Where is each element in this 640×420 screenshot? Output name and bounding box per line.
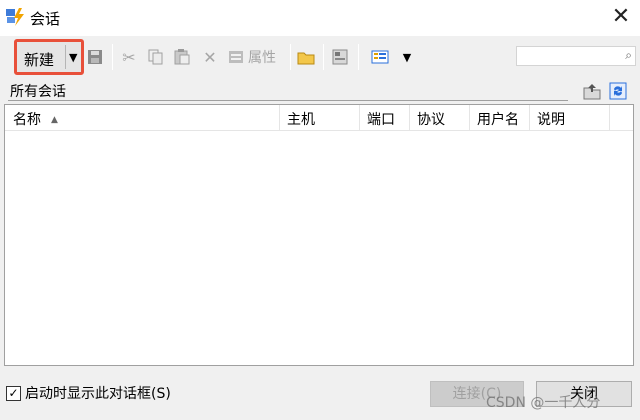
- new-session-button[interactable]: 新建 ▼: [14, 39, 84, 75]
- window-title: 会话: [30, 10, 61, 28]
- current-folder-label: 所有会话: [10, 84, 66, 100]
- path-bar: 所有会话: [4, 80, 636, 102]
- new-label: 新建: [24, 51, 55, 69]
- column-divider[interactable]: [469, 105, 470, 131]
- watermark-text: CSDN @一千人分: [486, 395, 601, 411]
- column-header-host[interactable]: 主机: [287, 109, 315, 129]
- toolbar-separator: [290, 44, 291, 70]
- properties-icon: [229, 51, 243, 63]
- toolbar-separator: [323, 44, 324, 70]
- column-header-name[interactable]: 名称 ▲: [13, 109, 58, 129]
- refresh-icon[interactable]: [608, 81, 628, 101]
- split-divider: [65, 45, 66, 69]
- checkbox-label: 启动时显示此对话框(S): [25, 386, 171, 402]
- sort-ascending-icon: ▲: [51, 115, 58, 125]
- app-logo-icon: [6, 8, 24, 26]
- show-on-startup-checkbox[interactable]: ✓ 启动时显示此对话框(S): [6, 383, 171, 403]
- properties-label: 属性: [248, 50, 276, 66]
- cut-icon[interactable]: ✂: [120, 42, 138, 72]
- column-divider[interactable]: [409, 105, 410, 131]
- session-list[interactable]: 名称 ▲ 主机 端口 协议 用户名 说明: [4, 104, 634, 366]
- column-divider[interactable]: [279, 105, 280, 131]
- save-icon[interactable]: [86, 42, 104, 72]
- close-window-icon[interactable]: ✕: [608, 4, 634, 30]
- toolbar-separator: [358, 44, 359, 70]
- search-input[interactable]: ⌕: [516, 46, 636, 66]
- search-icon: ⌕: [625, 48, 632, 62]
- copy-icon[interactable]: [147, 42, 165, 72]
- column-header-username[interactable]: 用户名: [477, 109, 519, 129]
- properties-button[interactable]: 属性: [228, 42, 282, 72]
- new-folder-icon[interactable]: [297, 42, 315, 72]
- view-dropdown-icon[interactable]: ▼: [400, 42, 414, 72]
- delete-icon[interactable]: ✕: [202, 42, 218, 72]
- checkbox-box[interactable]: ✓: [6, 385, 21, 401]
- up-folder-icon[interactable]: [582, 81, 602, 101]
- column-header-port[interactable]: 端口: [367, 109, 395, 129]
- column-header-protocol[interactable]: 协议: [417, 109, 445, 129]
- column-divider[interactable]: [529, 105, 530, 131]
- toolbar-separator: [112, 44, 113, 70]
- paste-icon[interactable]: [173, 42, 191, 72]
- column-divider[interactable]: [359, 105, 360, 131]
- column-divider[interactable]: [609, 105, 610, 131]
- column-header-description[interactable]: 说明: [537, 109, 565, 129]
- path-underline: [8, 100, 568, 101]
- title-bar: 会话 ✕: [0, 0, 640, 36]
- session-properties-icon[interactable]: [331, 42, 349, 72]
- view-list-icon[interactable]: [370, 42, 390, 72]
- new-dropdown-icon[interactable]: ▼: [69, 51, 77, 64]
- list-header: 名称 ▲ 主机 端口 协议 用户名 说明: [5, 105, 633, 131]
